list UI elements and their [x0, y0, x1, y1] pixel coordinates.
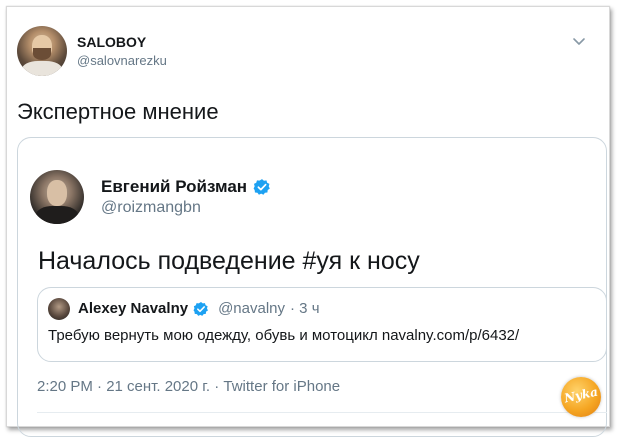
author-handle[interactable]: @salovnarezku — [77, 53, 167, 68]
nested-author-row: Alexey Navalny @navalny · 3 ч — [78, 300, 320, 317]
chevron-down-icon[interactable] — [572, 36, 586, 48]
quoted-author-avatar[interactable] — [30, 170, 84, 224]
author-avatar[interactable] — [17, 26, 67, 76]
quoted-author-name-row: Евгений Ройзман — [101, 177, 271, 197]
nested-quote-card[interactable] — [37, 287, 607, 362]
nested-time-ago[interactable]: · 3 ч — [290, 300, 320, 317]
nested-author-name[interactable]: Alexey Navalny — [78, 300, 188, 317]
nested-quote-text: Требую вернуть мою одежду, обувь и мотоц… — [48, 327, 520, 344]
watermark-text: Nyka — [562, 384, 600, 406]
nested-author-handle[interactable]: @navalny — [218, 300, 285, 317]
verified-badge-icon — [253, 179, 270, 195]
quoted-author-name[interactable]: Евгений Ройзман — [101, 177, 247, 197]
quoted-tweet-timestamp[interactable]: 2:20 PM · 21 сент. 2020 г. · Twitter for… — [37, 378, 340, 395]
nested-author-avatar[interactable] — [48, 298, 70, 320]
quoted-author-handle[interactable]: @roizmangbn — [101, 199, 201, 217]
verified-badge-icon — [193, 301, 209, 316]
author-name[interactable]: SALOBOY — [77, 34, 146, 50]
tweet-text: Экспертное мнение — [17, 99, 219, 124]
watermark-logo: Nyka — [561, 377, 601, 417]
divider — [37, 412, 607, 413]
quoted-tweet-text: Началось подведение #уя к носу — [38, 247, 420, 275]
